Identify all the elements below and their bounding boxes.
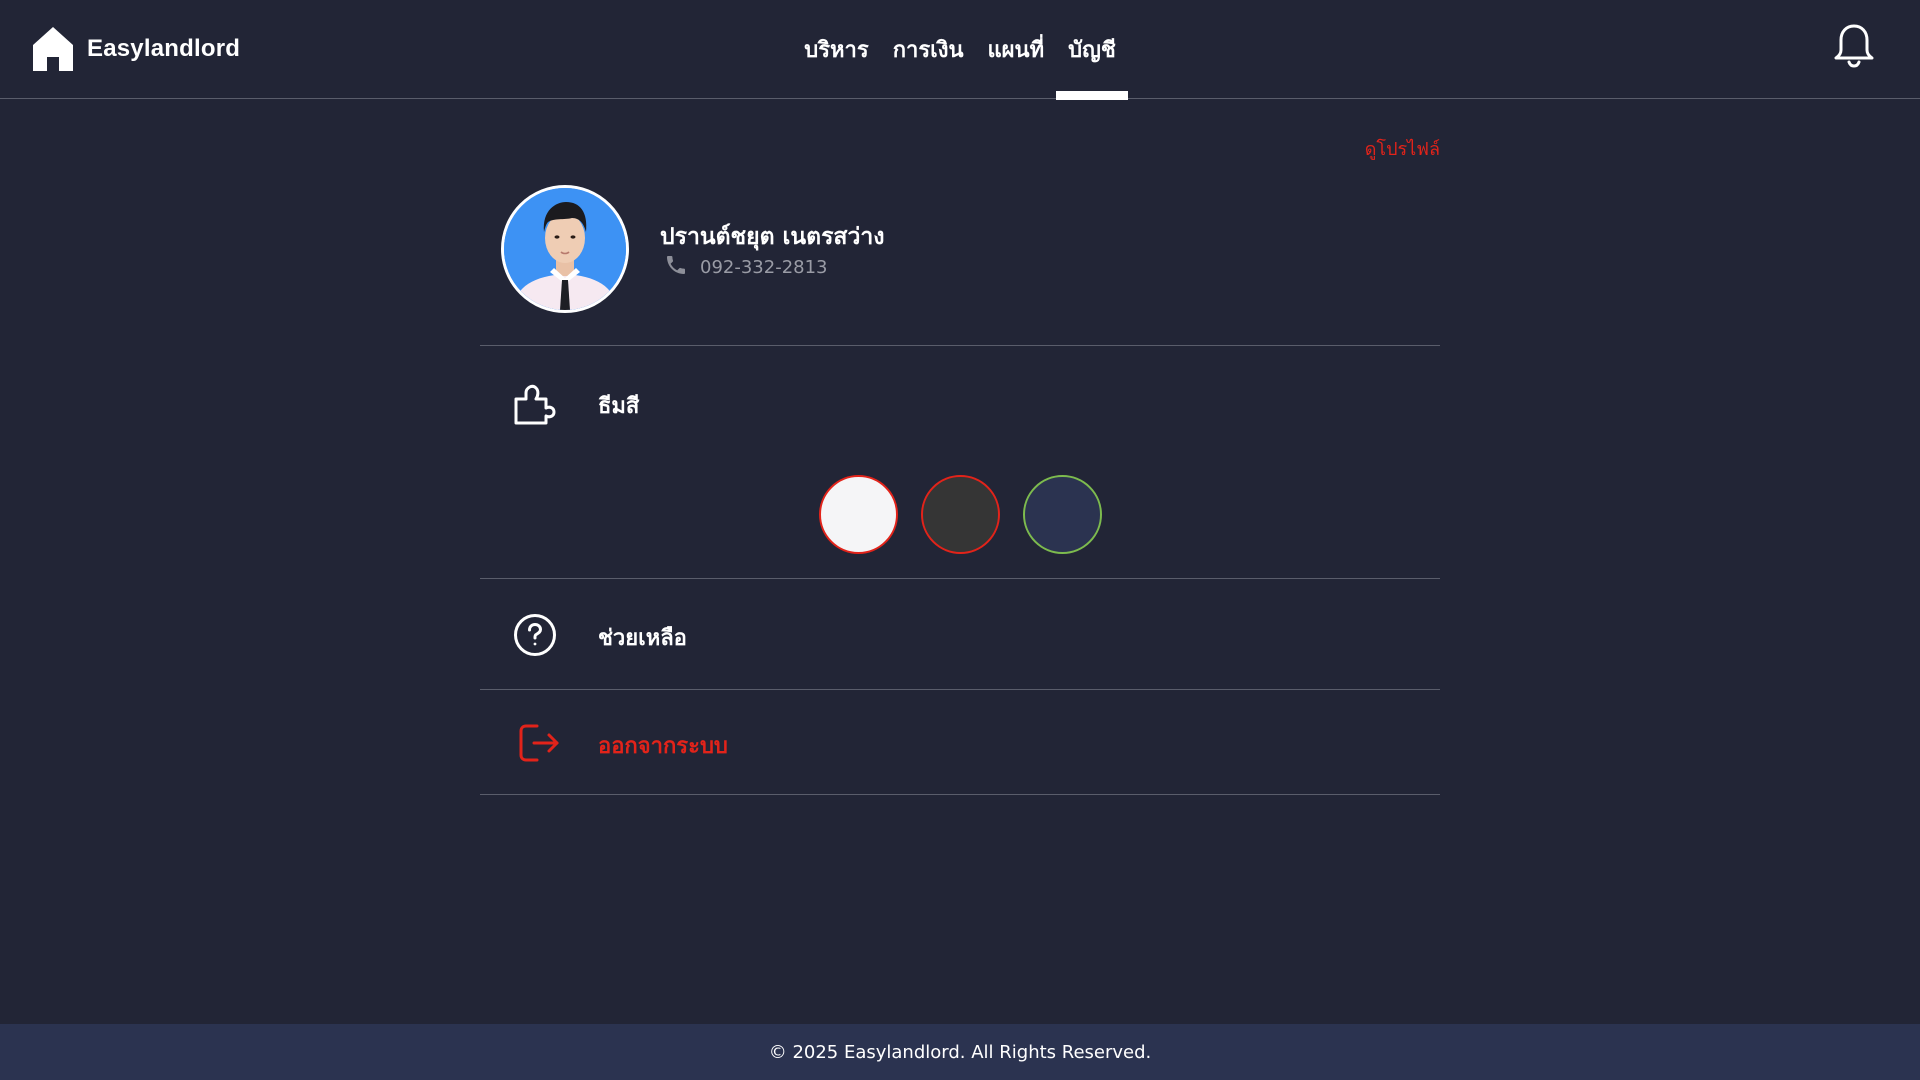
help-circle-icon — [512, 612, 558, 658]
phone-number: 092-332-2813 — [700, 256, 828, 278]
tab-account-label: บัญชี — [1068, 38, 1116, 63]
logout-menu-item[interactable]: ออกจากระบบ — [480, 690, 1440, 795]
footer: © 2025 Easylandlord. All Rights Reserved… — [0, 1024, 1920, 1080]
tab-manage[interactable]: บริหาร — [792, 0, 880, 99]
user-name: ปรานต์ชยุต เนตรสว่าง — [660, 224, 885, 250]
bell-icon — [1833, 23, 1875, 73]
avatar — [501, 185, 629, 313]
theme-swatches — [480, 475, 1440, 554]
help-menu-item[interactable]: ช่วยเหลือ — [480, 579, 1440, 690]
tab-map[interactable]: แผนที่ — [975, 0, 1056, 99]
notification-button[interactable] — [1828, 22, 1880, 74]
tab-account[interactable]: บัญชี — [1056, 0, 1128, 100]
logout-label: ออกจากระบบ — [598, 734, 728, 759]
puzzle-icon — [512, 379, 558, 425]
tab-map-label: แผนที่ — [987, 38, 1045, 63]
tab-finance[interactable]: การเงิน — [881, 0, 976, 99]
top-navbar: Easylandlord บริหาร การเงิน แผนที่ บัญชี — [0, 0, 1920, 100]
tab-manage-label: บริหาร — [804, 38, 869, 63]
theme-swatch-navy[interactable] — [1022, 475, 1102, 554]
copyright-text: © 2025 Easylandlord. All Rights Reserved… — [768, 1041, 1152, 1063]
help-label: ช่วยเหลือ — [598, 626, 687, 651]
theme-swatch-dark[interactable] — [920, 475, 1000, 554]
main-nav: บริหาร การเงิน แผนที่ บัญชี — [0, 0, 1920, 100]
profile-card: ดูโปรไฟล์ ปรานต์ชยุต เนตรสว่าง 092-332-2… — [480, 99, 1440, 346]
logout-icon — [516, 720, 562, 766]
phone-icon — [664, 253, 688, 281]
theme-swatch-light[interactable] — [818, 475, 898, 554]
theme-label: ธีมสี — [598, 394, 640, 419]
theme-section: ธีมสี — [480, 346, 1440, 579]
tab-finance-label: การเงิน — [892, 38, 964, 63]
phone-line: 092-332-2813 — [664, 253, 828, 281]
view-profile-link[interactable]: ดูโปรไฟล์ — [1365, 134, 1440, 163]
